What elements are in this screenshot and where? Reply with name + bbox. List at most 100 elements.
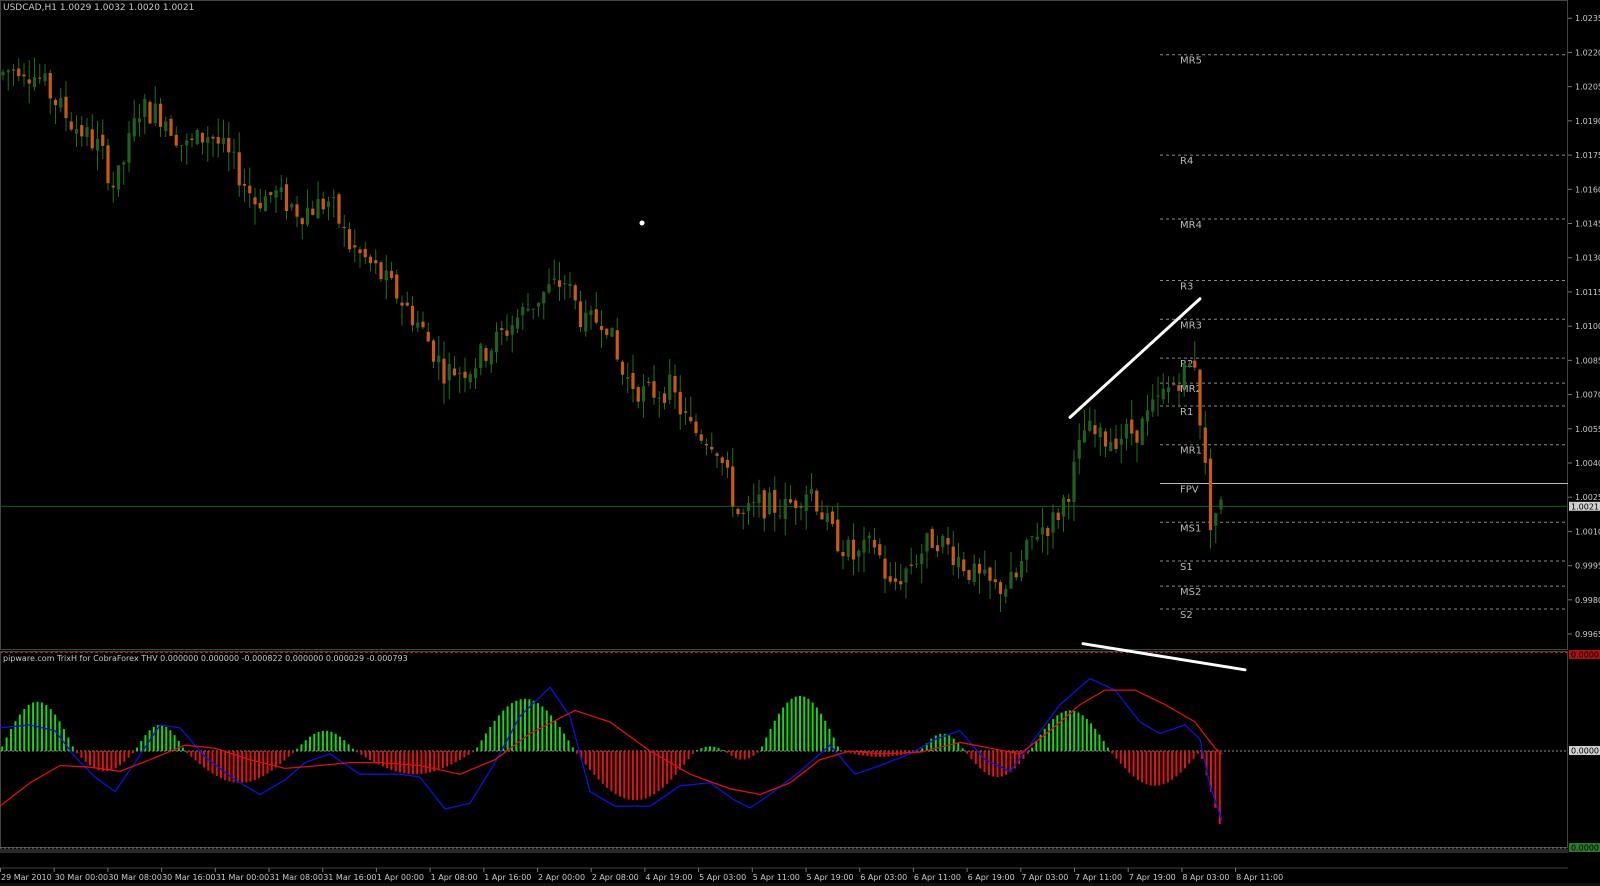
candle-bear — [248, 185, 252, 194]
candle-bear — [694, 421, 698, 434]
candle-bear — [736, 508, 740, 515]
candle-bear — [1056, 512, 1060, 520]
time-tick-label: 7 Apr 19:00 — [1129, 873, 1176, 882]
main-chart-background — [0, 0, 1568, 650]
candle-bear — [347, 229, 352, 250]
candle-bear — [1114, 438, 1118, 449]
time-tick-label: 5 Apr 19:00 — [807, 873, 854, 882]
time-tick-label: 6 Apr 19:00 — [968, 873, 1015, 882]
candle-bear — [578, 301, 583, 328]
candle-bull — [1151, 399, 1155, 412]
candle-bull — [468, 373, 472, 383]
candle-bull — [825, 512, 829, 522]
candle-bear — [48, 72, 52, 99]
candle-bull — [641, 386, 646, 402]
candle-bull — [473, 368, 478, 378]
candle-bear — [311, 208, 315, 215]
time-tick-label: 7 Apr 11:00 — [1075, 873, 1122, 882]
candle-bear — [426, 331, 430, 342]
price-tick-label: 1.0040 — [1575, 459, 1600, 468]
svg-text:0.0000: 0.0000 — [1571, 844, 1599, 853]
candle-bull — [846, 539, 850, 557]
candle-bear — [111, 185, 115, 188]
pivot-label: S2 — [1180, 610, 1193, 621]
candle-bear — [1130, 419, 1134, 434]
candle-bull — [862, 539, 866, 553]
candle-bear — [374, 260, 378, 264]
candle-bear — [636, 387, 640, 402]
pivot-label: MR4 — [1180, 220, 1202, 231]
time-tick-label: 30 Mar 00:00 — [55, 873, 108, 882]
candle-bear — [421, 321, 425, 328]
candle-bear — [484, 348, 488, 361]
candle-bull — [1, 71, 5, 76]
candle-bear — [883, 558, 887, 579]
candle-bear — [1203, 427, 1207, 463]
candle-bear — [573, 285, 577, 301]
price-scale[interactable]: 1.0235 1.0220 1.0205 1.0190 1.0175 1.0160 1.01… — [1568, 14, 1600, 639]
candle-bull — [536, 302, 541, 307]
candle-bear — [337, 194, 341, 224]
candle-bull — [137, 118, 142, 123]
candle-bear — [841, 552, 845, 557]
candle-bear — [741, 512, 745, 514]
time-tick-label: 1 Apr 08:00 — [431, 873, 478, 882]
time-tick-label: 1 Apr 00:00 — [377, 873, 424, 882]
price-tick-label: 1.0145 — [1575, 220, 1600, 229]
candle-bull — [626, 377, 630, 380]
candle-bear — [389, 270, 394, 278]
candle-bull — [59, 97, 63, 108]
candle-bull — [153, 103, 157, 124]
candle-bull — [305, 207, 310, 225]
candle-bull — [1019, 560, 1024, 578]
candle-bull — [85, 127, 89, 137]
symbol-header: USDCAD,H1 1.0029 1.0032 1.0020 1.0021 — [3, 3, 194, 13]
candle-bear — [594, 309, 598, 323]
candle-bull — [206, 137, 210, 143]
candle-bull — [1124, 423, 1129, 439]
candle-bull — [972, 563, 976, 583]
candle-bear — [836, 519, 840, 552]
candle-bull — [1219, 499, 1223, 510]
candle-bear — [967, 570, 971, 580]
indicator-top-label: 0.0000 — [1569, 650, 1600, 660]
candle-bear — [557, 280, 562, 287]
candle-bull — [1109, 442, 1113, 451]
candle-bull — [746, 503, 751, 512]
candle-bear — [358, 249, 362, 254]
price-tick-label: 1.0130 — [1575, 254, 1600, 263]
candle-bull — [1182, 363, 1186, 388]
price-tick-label: 1.0205 — [1575, 83, 1600, 92]
candle-bull — [263, 196, 268, 212]
candle-bear — [101, 134, 105, 146]
candle-bull — [384, 270, 388, 281]
svg-text:0.0000: 0.0000 — [1571, 651, 1599, 660]
candle-bull — [1077, 439, 1081, 459]
candle-bear — [80, 125, 84, 137]
candle-bull — [552, 278, 556, 280]
candle-bear — [930, 528, 934, 548]
candle-bear — [1172, 383, 1176, 385]
candle-bear — [710, 446, 714, 450]
candle-bull — [1061, 497, 1066, 517]
time-axis[interactable]: 29 Mar 2010 30 Mar 00:00 30 Mar 08:00 30 Ma… — [0, 867, 1600, 886]
candle-bull — [521, 306, 525, 316]
candle-bull — [778, 515, 782, 517]
candle-bull — [122, 162, 126, 165]
candle-bull — [274, 190, 278, 198]
candle-bear — [64, 96, 68, 119]
candle-bull — [332, 196, 336, 198]
indicator-panel[interactable]: pipware.com TrixH for CobraForex THV 0.0… — [0, 642, 1600, 853]
trading-chart[interactable]: MR5R4MR4R3MR3R2MR2R1MR1FPVMS1S1MS2S2 USD… — [0, 0, 1600, 886]
main-chart-panel[interactable]: MR5R4MR4R3MR3R2MR2R1MR1FPVMS1S1MS2S2 USD… — [0, 0, 1600, 650]
candle-bear — [977, 563, 982, 574]
candle-bear — [830, 511, 835, 524]
pivot-label: MR3 — [1180, 320, 1202, 331]
candle-bull — [531, 308, 535, 310]
price-tick-label: 0.9980 — [1575, 596, 1600, 605]
candle-bull — [1088, 420, 1092, 431]
candle-bull — [221, 137, 226, 144]
candle-bull — [610, 327, 614, 337]
candle-bear — [678, 391, 682, 415]
candle-bear — [148, 101, 152, 124]
